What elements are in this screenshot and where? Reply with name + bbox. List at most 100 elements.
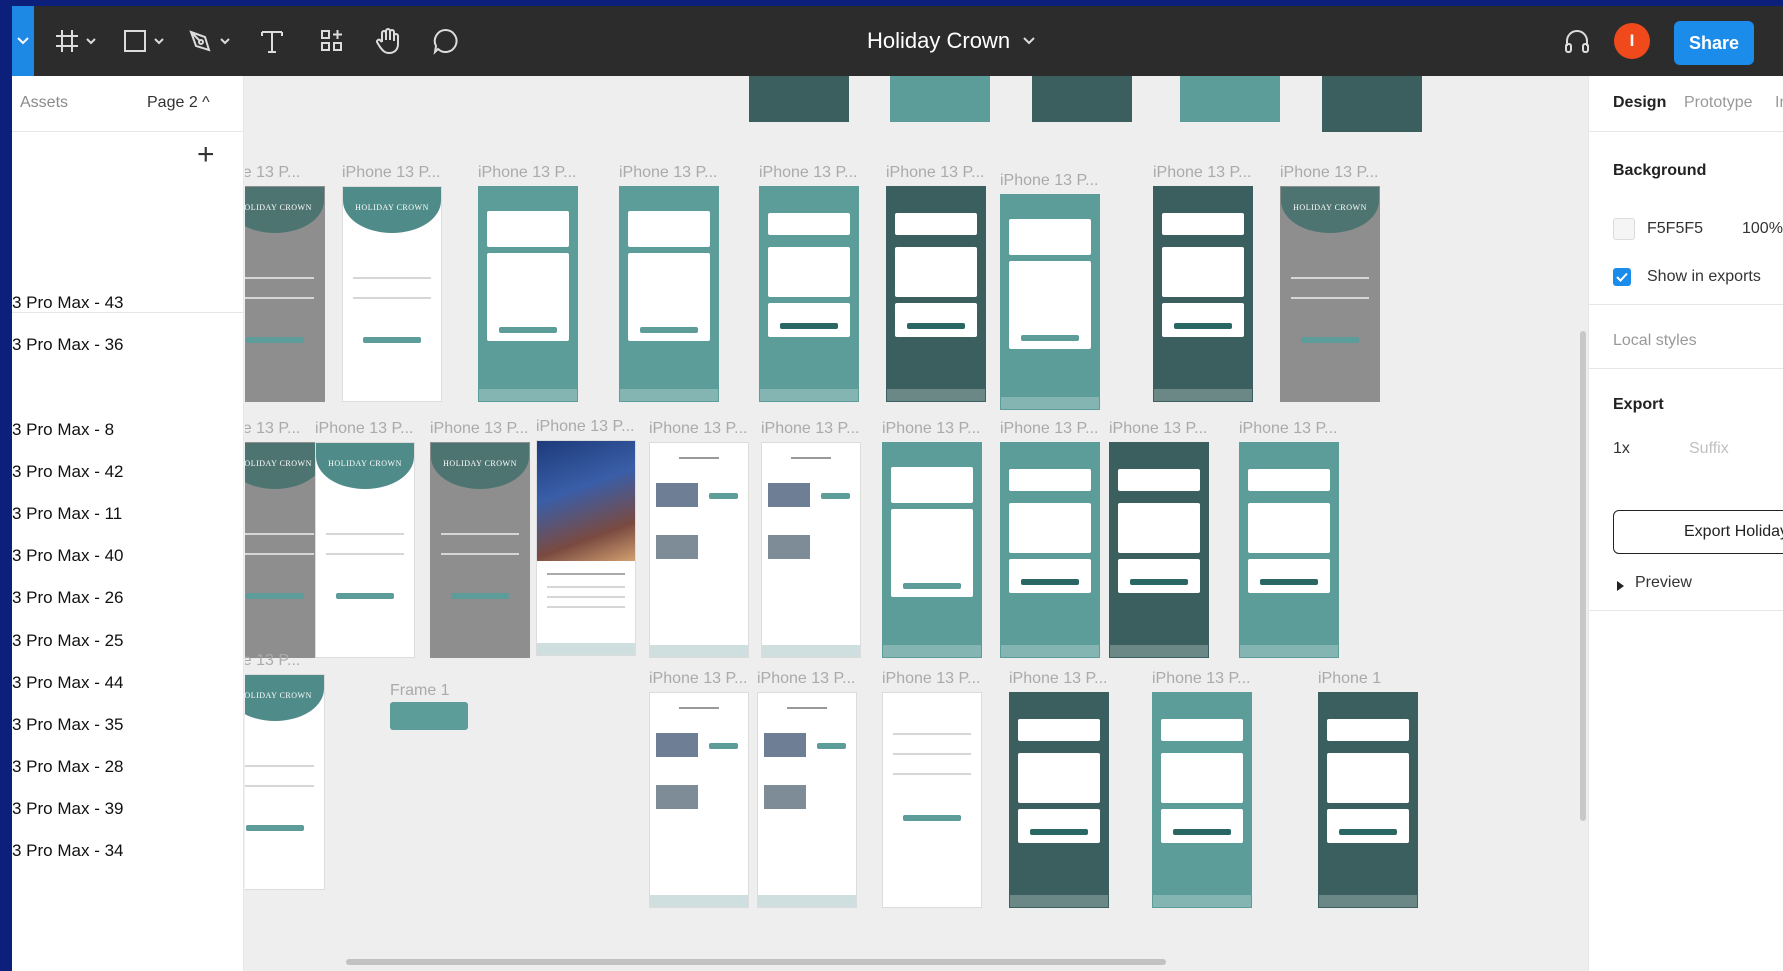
layer-item[interactable]: 3 Pro Max - 36	[12, 335, 124, 355]
iphone-frame[interactable]	[649, 692, 749, 908]
show-in-exports-checkbox[interactable]	[1613, 268, 1631, 286]
frame-top-5[interactable]	[1322, 76, 1422, 132]
layer-item[interactable]: 3 Pro Max - 25	[12, 631, 124, 651]
iphone-frame[interactable]	[757, 692, 857, 908]
frame-label[interactable]: iPhone 13 P...	[315, 420, 413, 438]
frame-label[interactable]: iPhone 13 P...	[536, 418, 634, 436]
frame-label[interactable]: iPhone 13 P...	[1009, 670, 1107, 688]
frame-label[interactable]: iPhone 13 P...	[757, 670, 855, 688]
iphone-frame[interactable]	[619, 186, 719, 402]
iphone-frame[interactable]	[1152, 692, 1252, 908]
frame-label[interactable]: iPhone 13 P...	[1239, 420, 1337, 438]
pen-tool[interactable]	[182, 6, 238, 76]
iphone-frame[interactable]	[882, 442, 982, 658]
frame-label[interactable]: iPhone 13 P...	[649, 420, 747, 438]
frame-label[interactable]: iPhone 13 P...	[1280, 164, 1378, 182]
layer-item[interactable]: 3 Pro Max - 39	[12, 799, 124, 819]
iphone-frame[interactable]	[649, 442, 749, 658]
frame-label[interactable]: iPhone 13 P...	[882, 420, 980, 438]
frame-label[interactable]: iPhone 13 P...	[882, 670, 980, 688]
iphone-frame[interactable]	[761, 442, 861, 658]
iphone-frame[interactable]: HOLIDAY CROWN	[245, 674, 325, 890]
iphone-frame[interactable]: HOLIDAY CROWN	[430, 442, 530, 658]
iphone-frame[interactable]: HOLIDAY CROWN	[245, 186, 325, 402]
page-selector[interactable]: Page 2 ^	[147, 94, 210, 112]
frame-label[interactable]: iPhone 13 P...	[430, 420, 528, 438]
comment-tool[interactable]	[426, 6, 466, 76]
iphone-frame[interactable]	[1109, 442, 1209, 658]
frame-label[interactable]: iPhone 13 P...	[1000, 172, 1098, 190]
main-menu-button[interactable]	[12, 6, 34, 76]
background-hex[interactable]: F5F5F5	[1647, 220, 1703, 238]
iphone-frame[interactable]	[882, 692, 982, 908]
frame-label[interactable]: iPhone 13 P...	[649, 670, 747, 688]
export-suffix-input[interactable]: Suffix	[1689, 440, 1729, 458]
canvas[interactable]: one 13 P... HOLIDAY CROWN iPhone 13 P... HO…	[245, 76, 1588, 971]
layer-item[interactable]: 3 Pro Max - 35	[12, 715, 124, 735]
hand-tool[interactable]	[368, 6, 408, 76]
vertical-scrollbar[interactable]	[1580, 331, 1586, 821]
layer-item[interactable]: 3 Pro Max - 34	[12, 841, 124, 861]
tab-inspect[interactable]: In	[1775, 94, 1783, 112]
iphone-frame[interactable]	[1318, 692, 1418, 908]
components-tool[interactable]	[312, 6, 352, 76]
frame-label[interactable]: iPhone 13 P...	[619, 164, 717, 182]
file-title[interactable]: Holiday Crown	[867, 6, 1036, 76]
background-opacity[interactable]: 100%	[1742, 220, 1783, 238]
iphone-frame[interactable]	[478, 186, 578, 402]
iphone-frame[interactable]: HOLIDAY CROWN	[315, 442, 415, 658]
layer-item[interactable]: 3 Pro Max - 42	[12, 462, 124, 482]
preview-toggle[interactable]: Preview	[1635, 574, 1692, 592]
tab-design[interactable]: Design	[1613, 94, 1666, 112]
frame-label[interactable]: iPhone 13 P...	[478, 164, 576, 182]
frame-label[interactable]: iPhone 13 P...	[1153, 164, 1251, 182]
frame-label[interactable]: iPhone 13 P...	[1152, 670, 1250, 688]
user-avatar[interactable]: I	[1614, 23, 1650, 59]
layer-item[interactable]: 3 Pro Max - 28	[12, 757, 124, 777]
frame-label[interactable]: one 13 P...	[245, 420, 300, 438]
frame-1[interactable]	[390, 702, 468, 730]
frame-label[interactable]: iPhone 13 P...	[759, 164, 857, 182]
frame-top-3[interactable]	[1032, 76, 1132, 122]
iphone-frame[interactable]	[1000, 442, 1100, 658]
layer-item[interactable]: 3 Pro Max - 11	[12, 504, 122, 524]
layer-item[interactable]: 3 Pro Max - 8	[12, 420, 114, 440]
add-page-icon[interactable]: +	[197, 140, 215, 170]
frame-label[interactable]: iPhone 13 P...	[1109, 420, 1207, 438]
iphone-frame[interactable]	[1153, 186, 1253, 402]
frame-tool[interactable]	[48, 6, 104, 76]
assets-tab[interactable]: Assets	[20, 94, 68, 112]
shape-tool[interactable]	[116, 6, 172, 76]
iphone-frame[interactable]: HOLIDAY CROWN	[342, 186, 442, 402]
iphone-frame[interactable]	[1009, 692, 1109, 908]
iphone-frame[interactable]	[759, 186, 859, 402]
audio-chat-button[interactable]	[1557, 6, 1597, 76]
frame-label[interactable]: iPhone 13 P...	[342, 164, 440, 182]
layer-item[interactable]: 3 Pro Max - 43	[12, 293, 124, 313]
frame-label[interactable]: iPhone 1	[1318, 670, 1381, 688]
frame-label[interactable]: iPhone 13 P...	[761, 420, 859, 438]
iphone-frame[interactable]: HOLIDAY CROWN	[1280, 186, 1380, 402]
frame-label[interactable]: iPhone 13 P...	[886, 164, 984, 182]
share-button[interactable]: Share	[1674, 21, 1754, 65]
iphone-frame[interactable]	[536, 440, 636, 656]
text-tool[interactable]	[252, 6, 292, 76]
background-swatch[interactable]	[1613, 218, 1635, 240]
horizontal-scrollbar[interactable]	[346, 959, 1166, 965]
layer-item[interactable]: 3 Pro Max - 44	[12, 673, 124, 693]
iphone-frame[interactable]	[1239, 442, 1339, 658]
layer-item[interactable]: 3 Pro Max - 26	[12, 588, 124, 608]
frame-label[interactable]: iPhone 13 P...	[1000, 420, 1098, 438]
frame-top-4[interactable]	[1180, 76, 1280, 122]
tab-prototype[interactable]: Prototype	[1684, 94, 1752, 112]
frame-label[interactable]: one 13 P...	[245, 164, 300, 182]
caret-right-icon[interactable]	[1617, 581, 1624, 591]
iphone-frame[interactable]	[886, 186, 986, 402]
iphone-frame[interactable]: HOLIDAY CROWN	[245, 442, 325, 658]
frame-label[interactable]: one 13 P...	[245, 652, 300, 670]
layer-item[interactable]: 3 Pro Max - 40	[12, 546, 124, 566]
iphone-frame[interactable]	[1000, 194, 1100, 410]
export-scale[interactable]: 1x	[1613, 440, 1630, 458]
export-button[interactable]: Export Holiday	[1613, 510, 1783, 554]
frame-top-2[interactable]	[890, 76, 990, 122]
